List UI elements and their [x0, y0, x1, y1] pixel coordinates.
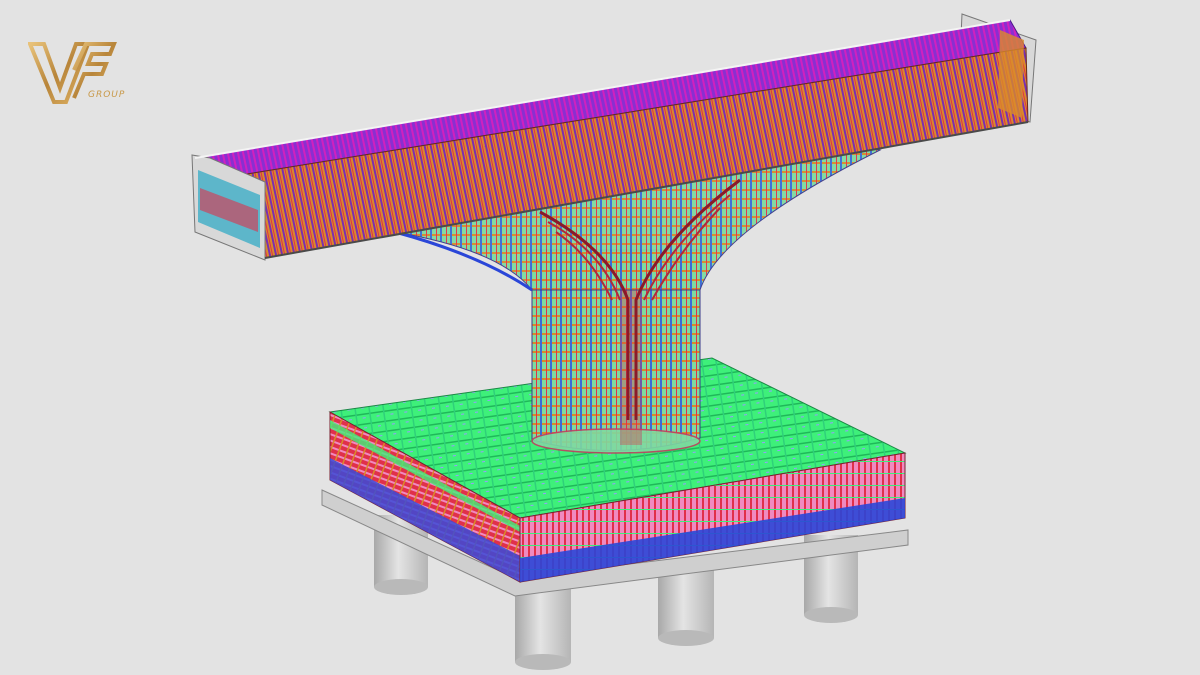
render-canvas: GROUP — [0, 0, 1200, 675]
bridge-pier-rebar-model — [191, 13, 1037, 670]
